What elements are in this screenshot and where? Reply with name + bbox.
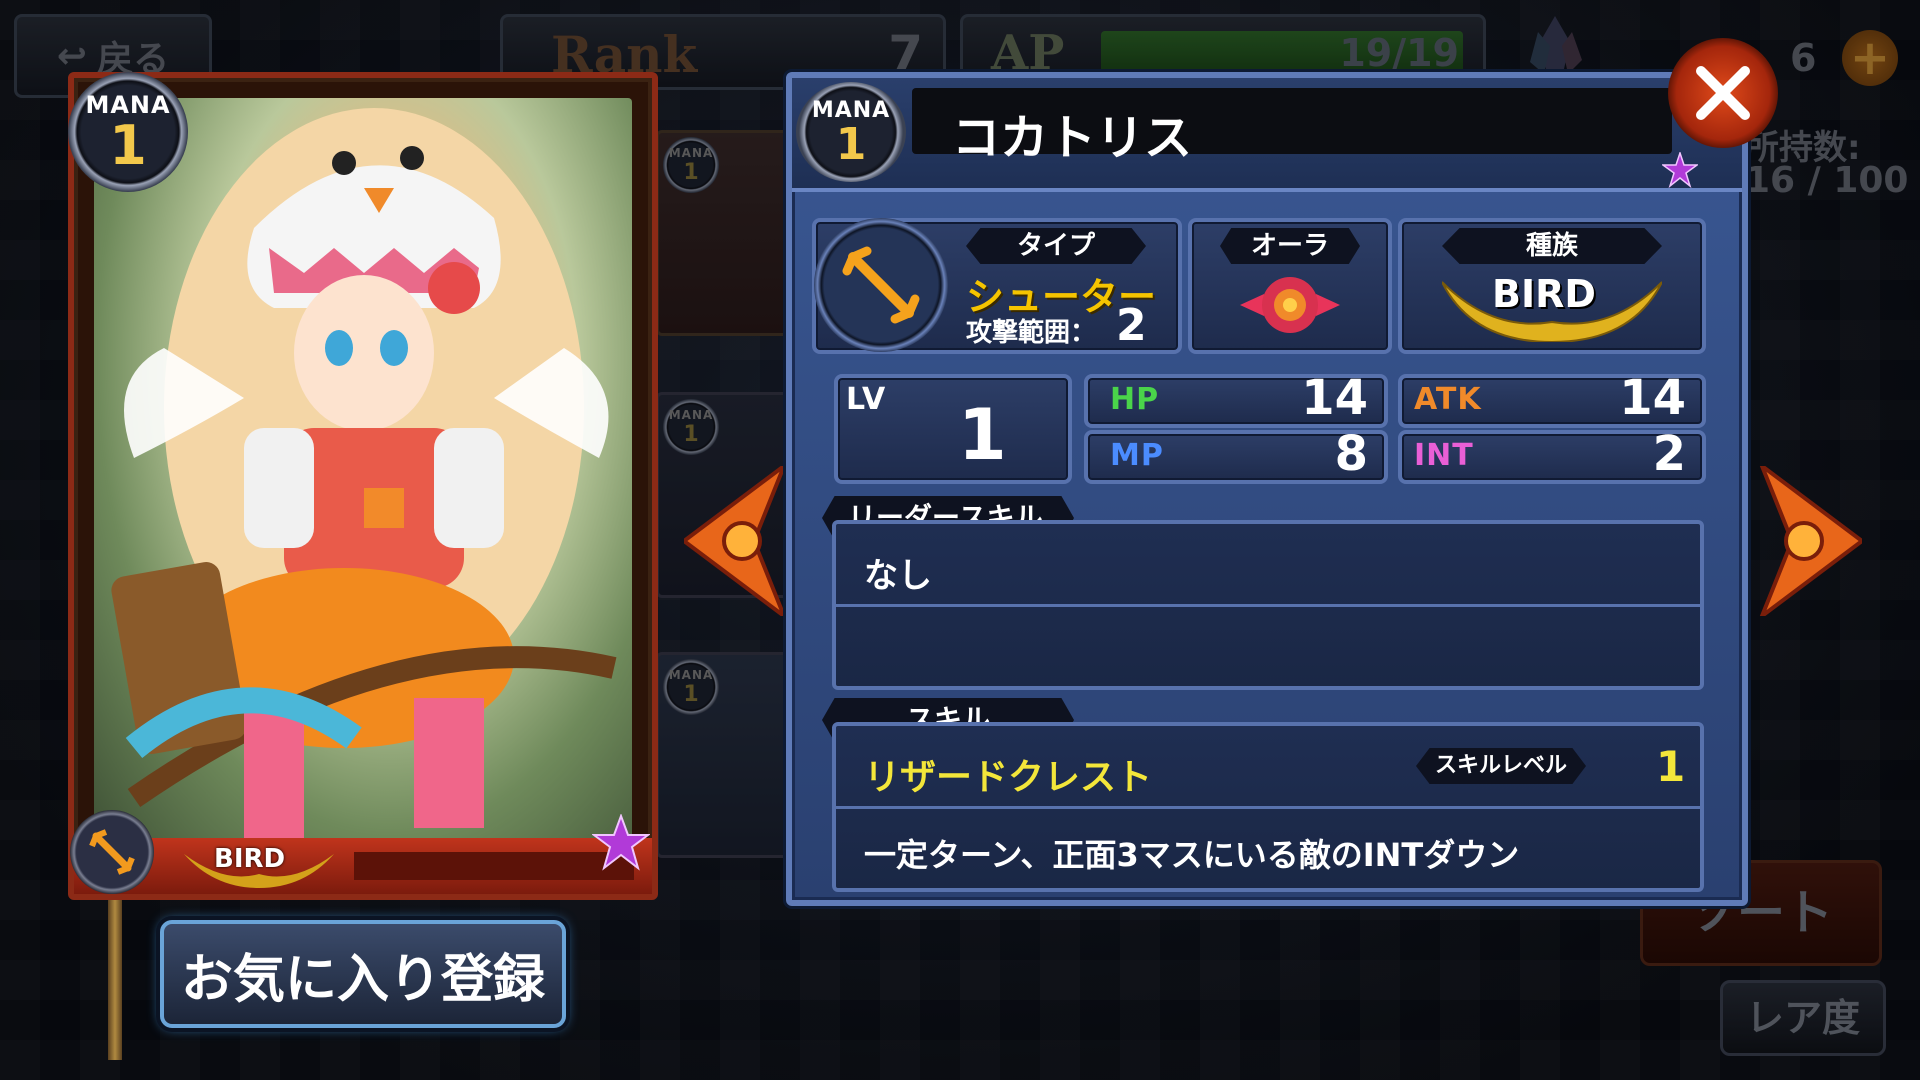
- leader-skill-divider: [836, 604, 1700, 607]
- character-illustration: [111, 108, 617, 838]
- card-footer: BIRD: [70, 810, 652, 894]
- card-detail-panel: MANA 1 コカトリス タイプ シューター 攻撃範囲： 2 オーラ 種族 BI…: [786, 72, 1748, 906]
- int-label: INT: [1414, 438, 1474, 473]
- atk-slot: ATK 14: [1398, 370, 1706, 428]
- detail-mana-badge: MANA 1: [796, 82, 906, 182]
- hp-label: HP: [1110, 382, 1160, 417]
- mp-value: 8: [1334, 426, 1368, 482]
- skill-divider: [836, 806, 1700, 809]
- detail-header: MANA 1 コカトリス: [792, 78, 1742, 192]
- int-slot: INT 2: [1398, 426, 1706, 484]
- favorite-register-label: お気に入り登録: [180, 949, 545, 1010]
- skill-level-tag: スキルレベル: [1416, 748, 1586, 784]
- skill-description: 一定ターン、正面3マスにいる敵のINTダウン: [864, 836, 1520, 874]
- skill-level-value: 1: [1656, 742, 1686, 791]
- rarity-star-icon: [591, 813, 651, 876]
- atk-value: 14: [1619, 370, 1686, 426]
- card-tribe-label: BIRD: [214, 844, 286, 874]
- left-arrow-icon: [680, 460, 789, 622]
- close-button[interactable]: [1668, 38, 1778, 148]
- favorite-register-button[interactable]: お気に入り登録: [160, 920, 566, 1028]
- tribe-slot: 種族 BIRD: [1398, 218, 1706, 354]
- prev-card-button[interactable]: [680, 460, 794, 622]
- aura-tag-label: オーラ: [1250, 231, 1329, 261]
- type-icon-circle: [814, 218, 948, 352]
- skill-name: リザードクレスト: [864, 757, 1153, 798]
- character-name: コカトリス: [952, 110, 1193, 166]
- mp-label: MP: [1110, 438, 1164, 473]
- leader-skill-value: なし: [864, 556, 932, 596]
- hp-value: 14: [1301, 370, 1368, 426]
- mana-value: 1: [109, 114, 147, 177]
- level-value: 1: [958, 394, 1007, 476]
- character-card: MANA 1 BIRD: [68, 72, 658, 900]
- shooter-arrow-icon: [89, 829, 135, 875]
- shooter-arrow-icon: [842, 246, 920, 324]
- type-tag: タイプ: [966, 228, 1146, 264]
- level-slot: LV 1: [834, 374, 1072, 484]
- card-mana-badge: MANA 1: [68, 72, 188, 192]
- close-icon: [1696, 66, 1750, 120]
- tribe-tag-label: 種族: [1525, 231, 1578, 261]
- int-value: 2: [1652, 426, 1686, 482]
- card-type-badge: [70, 810, 154, 894]
- tribe-tag: 種族: [1442, 228, 1662, 264]
- tribe-value: BIRD: [1492, 272, 1596, 316]
- skill-box: リザードクレスト スキルレベル 1 一定ターン、正面3マスにいる敵のINTダウン: [832, 722, 1704, 892]
- aura-emblem-icon: [1240, 270, 1340, 344]
- card-stand-pole: [108, 880, 122, 1060]
- type-slot: タイプ シューター 攻撃範囲： 2: [812, 218, 1182, 354]
- leader-skill-box: なし: [832, 520, 1704, 690]
- character-art: [94, 98, 632, 838]
- attack-range-value: 2: [1116, 300, 1147, 351]
- type-tag-label: タイプ: [1016, 231, 1095, 261]
- aura-slot: オーラ: [1188, 218, 1392, 354]
- detail-rarity-star-icon: [1660, 150, 1700, 192]
- atk-label: ATK: [1414, 382, 1482, 417]
- hp-slot: HP 14: [1084, 370, 1388, 428]
- card-tribe-emblem: BIRD: [184, 844, 334, 888]
- mp-slot: MP 8: [1084, 426, 1388, 484]
- aura-tag: オーラ: [1220, 228, 1360, 264]
- next-card-button[interactable]: [1752, 460, 1866, 622]
- skill-level-tag-label: スキルレベル: [1434, 753, 1567, 778]
- right-arrow-icon: [1757, 460, 1866, 622]
- mana-value: 1: [835, 118, 867, 170]
- attack-range-label: 攻撃範囲：: [966, 318, 1097, 348]
- level-label: LV: [846, 382, 887, 417]
